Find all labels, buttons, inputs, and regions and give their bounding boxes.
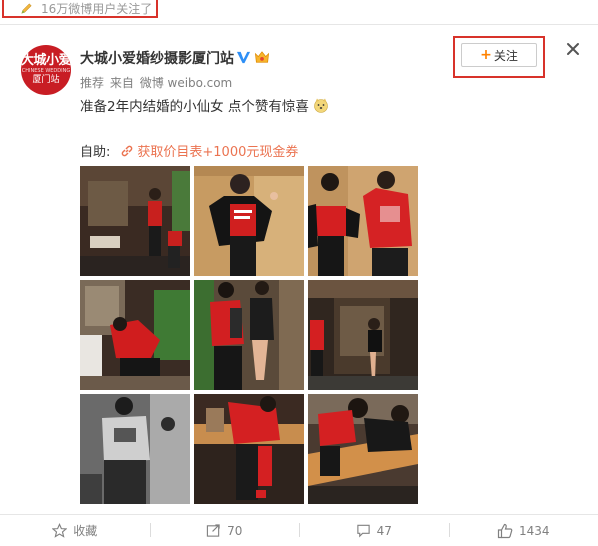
repost-button[interactable]: 70	[149, 515, 300, 546]
follower-notice[interactable]: 16万微博用户关注了	[2, 0, 158, 18]
plus-icon: +	[480, 47, 492, 63]
follow-button-label: 关注	[493, 48, 518, 63]
photo-8[interactable]	[194, 394, 304, 504]
like-count: 1434	[518, 523, 550, 538]
photo-1[interactable]	[80, 166, 190, 276]
photo-2[interactable]	[194, 166, 304, 276]
avatar[interactable]: 大城小爱 CHINESE WEDDING 厦门站	[21, 45, 71, 95]
avatar-logo-text: 大城小爱	[21, 53, 71, 68]
follow-button[interactable]: + 关注	[461, 43, 537, 67]
follower-notice-text: 16万微博用户关注了	[41, 1, 153, 16]
repost-icon	[206, 524, 220, 537]
verified-v-icon	[236, 51, 251, 64]
price-list-link[interactable]: 获取价目表+1000元现金券	[120, 141, 298, 160]
action-bar: 收藏 70 47 1434	[0, 515, 598, 546]
avatar-logo-city: 厦门站	[32, 75, 60, 85]
self-service-row: 自助: 获取价目表+1000元现金券	[80, 141, 298, 160]
repost-count: 70	[227, 523, 243, 538]
photo-7[interactable]	[80, 394, 190, 504]
photo-grid	[80, 166, 420, 504]
close-icon[interactable]	[564, 40, 582, 58]
self-service-label: 自助:	[80, 145, 111, 160]
photo-4[interactable]	[80, 280, 190, 390]
follow-highlight: + 关注	[453, 36, 545, 78]
doge-emoji-icon	[314, 98, 328, 113]
top-notice-bar: 16万微博用户关注了	[0, 0, 598, 25]
comment-button[interactable]: 47	[299, 515, 449, 546]
favorite-label: 收藏	[73, 524, 98, 538]
like-button[interactable]: 1434	[448, 515, 598, 546]
comment-count: 47	[376, 523, 392, 538]
star-icon	[52, 523, 68, 538]
pen-icon	[21, 2, 32, 14]
comment-icon	[356, 524, 370, 538]
user-name[interactable]: 大城小爱婚纱摄影厦门站	[80, 48, 234, 68]
thumbs-up-icon	[497, 523, 513, 538]
meta-from: 来自	[109, 76, 134, 90]
photo-9[interactable]	[308, 394, 418, 504]
photo-5[interactable]	[194, 280, 304, 390]
meta-source[interactable]: 微博 weibo.com	[140, 76, 233, 90]
vip-badge-icon[interactable]	[253, 50, 271, 65]
favorite-button[interactable]: 收藏	[0, 515, 150, 546]
avatar-logo-subtext: CHINESE WEDDING	[21, 68, 71, 74]
post-meta: 推荐 来自 微博 weibo.com	[80, 74, 234, 91]
photo-6[interactable]	[308, 280, 418, 390]
price-list-link-text: 获取价目表+1000元现金券	[137, 145, 299, 160]
post-content: 准备2年内结婚的小仙女 点个赞有惊喜	[80, 95, 329, 115]
meta-tag: 推荐	[80, 76, 105, 90]
link-icon	[122, 145, 133, 156]
post-text: 准备2年内结婚的小仙女 点个赞有惊喜	[80, 99, 309, 115]
photo-3[interactable]	[308, 166, 418, 276]
